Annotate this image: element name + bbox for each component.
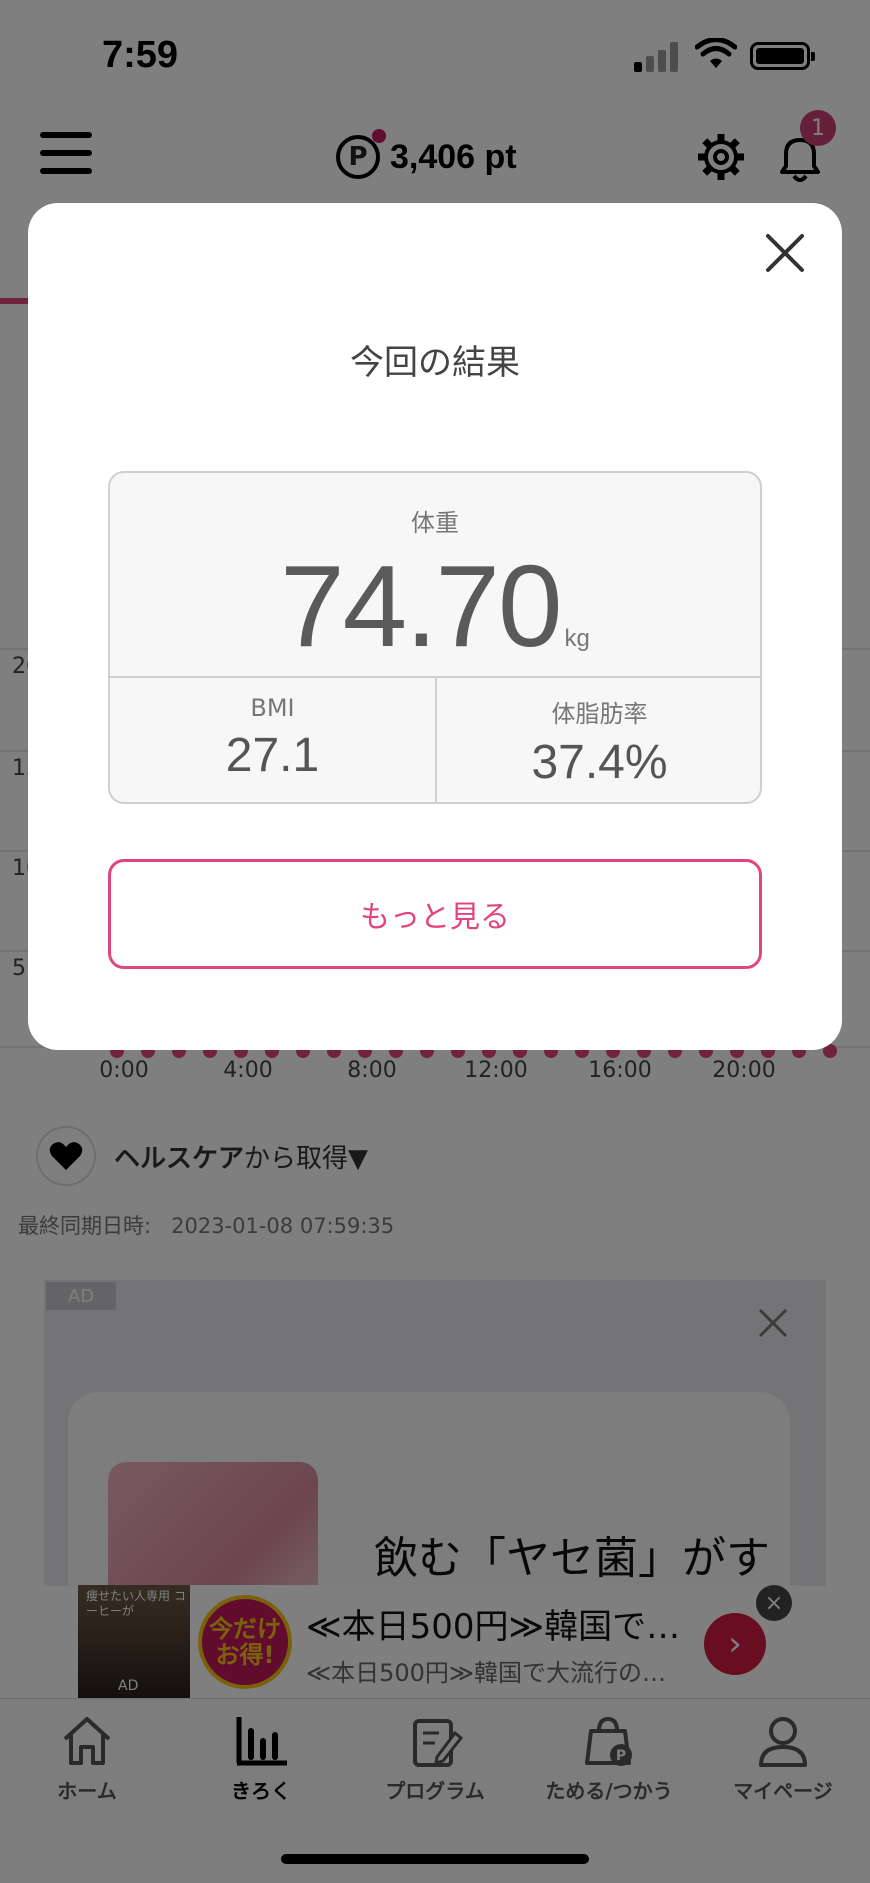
weight-number: 74.70 <box>280 541 562 671</box>
modal-title: 今回の結果 <box>350 343 520 383</box>
weight-label: 体重 <box>411 509 459 537</box>
see-more-button[interactable]: もっと見る <box>108 859 762 969</box>
body-fat-label: 体脂肪率 <box>551 700 648 728</box>
weight-value: 74.70 kg <box>110 539 760 673</box>
bmi-value: 27.1 <box>225 729 320 782</box>
body-fat-cell: 体脂肪率 37.4% <box>437 678 760 802</box>
body-fat-value: 37.4% <box>531 736 668 789</box>
result-modal: 今回の結果 体重 74.70 kg BMI 27.1 体脂肪率 37.4% もっと… <box>28 203 842 1050</box>
bmi-cell: BMI 27.1 <box>110 678 435 802</box>
bmi-label: BMI <box>250 694 295 722</box>
weight-unit: kg <box>564 625 590 652</box>
result-panel: 体重 74.70 kg BMI 27.1 体脂肪率 37.4% <box>108 471 762 804</box>
close-icon[interactable] <box>760 228 810 278</box>
